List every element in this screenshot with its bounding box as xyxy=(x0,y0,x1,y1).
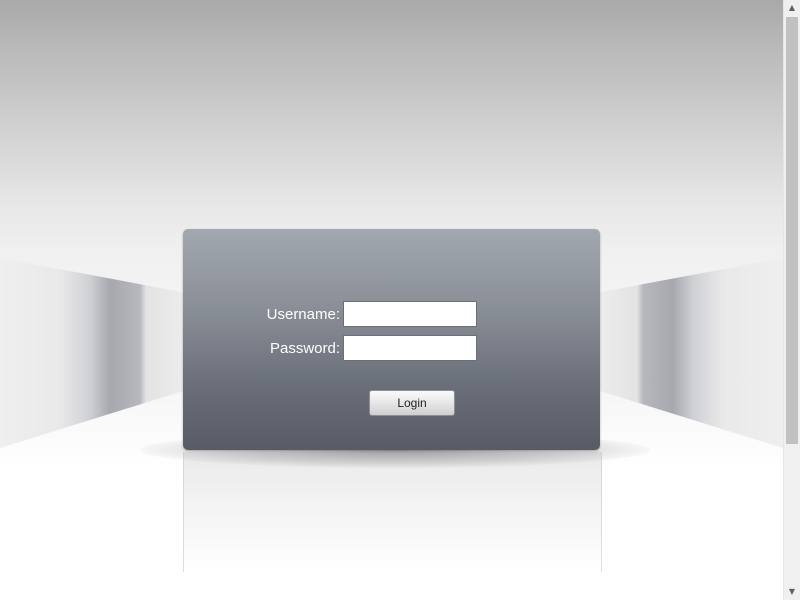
page-viewport: Username: Password: Login ▲ ▼ xyxy=(0,0,800,600)
username-input[interactable] xyxy=(343,301,477,327)
scroll-up-arrow-icon[interactable]: ▲ xyxy=(784,0,800,16)
password-row: Password: xyxy=(183,335,600,363)
panel-reflection xyxy=(183,452,602,572)
password-input[interactable] xyxy=(343,335,477,361)
corridor-right-wall xyxy=(600,258,783,448)
username-label: Username: xyxy=(266,306,340,323)
login-panel: Username: Password: Login xyxy=(183,229,600,450)
vertical-scrollbar[interactable]: ▲ ▼ xyxy=(783,0,800,600)
scrollbar-thumb[interactable] xyxy=(786,17,798,444)
login-button[interactable]: Login xyxy=(369,390,455,416)
corridor-left-wall xyxy=(0,258,183,448)
password-label: Password: xyxy=(269,340,340,357)
scroll-down-arrow-icon[interactable]: ▼ xyxy=(784,584,800,600)
username-row: Username: xyxy=(183,301,600,329)
